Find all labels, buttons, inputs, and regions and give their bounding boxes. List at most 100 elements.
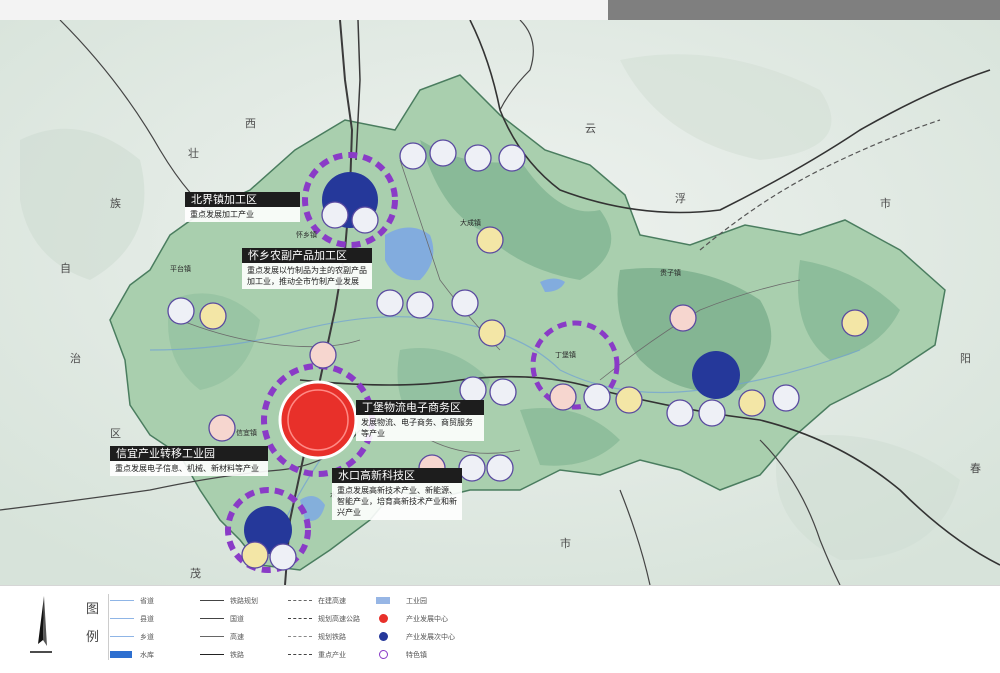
legend-swatch [200, 636, 224, 637]
town-node [241, 541, 269, 569]
town-label: 丁堡镇 [555, 351, 576, 359]
legend-label: 在建高速 [318, 597, 346, 605]
callout-huaixiang: 怀乡农副产品加工区 重点发展以竹制品为主的农副产品加工业，推动全市竹制产业发展 [242, 248, 372, 289]
legend-swatch [288, 654, 312, 655]
province-label: 茂 [190, 567, 201, 580]
legend-title-1: 图 [86, 602, 100, 617]
province-label: 族 [110, 197, 121, 210]
industry-node [692, 351, 740, 399]
town-label: 贵子镇 [660, 269, 681, 277]
core-node [278, 380, 358, 460]
callout-title: 北界镇加工区 [185, 192, 300, 207]
town-node [321, 201, 349, 229]
province-label: 市 [880, 197, 891, 210]
legend-swatch [200, 618, 224, 619]
province-label: 壮 [188, 147, 199, 160]
town-label: 平台镇 [170, 265, 191, 273]
legend-label: 乡道 [140, 633, 154, 641]
legend-swatch [288, 618, 312, 619]
legend-label: 铁路 [230, 651, 244, 659]
legend-swatch [379, 632, 388, 641]
callout-shuikou: 水口高新科技区 重点发展高新技术产业、新能源、智能产业，培育高新技术产业和新兴产… [332, 468, 462, 520]
town-node [429, 139, 457, 167]
legend-label: 产业发展中心 [406, 615, 448, 623]
callout-desc: 重点发展高新技术产业、新能源、智能产业，培育高新技术产业和新兴产业 [332, 483, 462, 520]
legend-label: 高速 [230, 633, 244, 641]
callout-title: 怀乡农副产品加工区 [242, 248, 372, 263]
page: 西壮族自治区云浮市阳春茂市平台镇怀乡镇丁堡镇水口镇信宜镇大成镇贵子镇 北界镇加工… [0, 0, 1000, 673]
legend-swatch [288, 600, 312, 601]
legend-label: 工业园 [406, 597, 427, 605]
legend-swatch [110, 636, 134, 637]
top-bar-dark [608, 0, 1000, 20]
map-area[interactable]: 西壮族自治区云浮市阳春茂市平台镇怀乡镇丁堡镇水口镇信宜镇大成镇贵子镇 北界镇加工… [0, 19, 1000, 586]
province-label: 治 [70, 352, 81, 365]
legend-swatch [200, 600, 224, 601]
province-label: 浮 [675, 192, 686, 205]
map-svg [0, 19, 1000, 586]
legend-swatch [379, 650, 388, 659]
province-label: 自 [60, 262, 71, 275]
callout-beijie: 北界镇加工区 重点发展加工产业 [185, 192, 300, 222]
province-label: 云 [585, 122, 596, 135]
province-label: 西 [245, 117, 256, 130]
town-node [167, 297, 195, 325]
town-node [666, 399, 694, 427]
legend-swatch [379, 614, 388, 623]
town-node [208, 414, 236, 442]
callout-desc: 重点发展以竹制品为主的农副产品加工业，推动全市竹制产业发展 [242, 263, 372, 289]
province-label: 区 [110, 427, 121, 440]
town-label: 信宜镇 [236, 429, 257, 437]
legend-divider [108, 594, 109, 660]
town-node [738, 389, 766, 417]
town-node [269, 543, 297, 571]
town-node [772, 384, 800, 412]
legend-label: 特色镇 [406, 651, 427, 659]
town-node [669, 304, 697, 332]
callout-title: 信宜产业转移工业园 [110, 446, 268, 461]
legend-swatch [288, 636, 312, 637]
legend-label: 规划铁路 [318, 633, 346, 641]
north-arrow [30, 596, 52, 653]
callout-title: 水口高新科技区 [332, 468, 462, 483]
callout-desc: 发展物流、电子商务、商贸服务等产业 [356, 415, 484, 441]
legend-swatch [110, 618, 134, 619]
town-node [351, 206, 379, 234]
legend-title-2: 例 [86, 630, 100, 645]
town-node [376, 289, 404, 317]
callout-xinyi: 信宜产业转移工业园 重点发展电子信息、机械、新材料等产业 [110, 446, 268, 476]
town-label: 大成镇 [460, 219, 481, 227]
province-label: 春 [970, 462, 981, 475]
legend-label: 省道 [140, 597, 154, 605]
top-bar-light [0, 0, 608, 20]
legend-label: 县道 [140, 615, 154, 623]
legend-label: 国道 [230, 615, 244, 623]
legend-swatch [376, 597, 390, 604]
town-node [458, 454, 486, 482]
legend-label: 产业发展次中心 [406, 633, 455, 641]
legend-swatch [200, 654, 224, 655]
town-node [583, 383, 611, 411]
town-node [199, 302, 227, 330]
legend-swatch [110, 651, 132, 658]
town-node [451, 289, 479, 317]
town-node [698, 399, 726, 427]
province-label: 阳 [960, 352, 971, 365]
town-node [549, 383, 577, 411]
town-node [476, 226, 504, 254]
legend-label: 规划高速公路 [318, 615, 360, 623]
callout-desc: 重点发展电子信息、机械、新材料等产业 [110, 461, 268, 476]
legend-label: 铁路规划 [230, 597, 258, 605]
town-node [615, 386, 643, 414]
legend: 图 例 省道 县道 乡道 水库 铁路规划 国道 高速 铁路 在建高速 规划高速公路 规划铁路 重点产业… [0, 585, 1000, 673]
town-node [464, 144, 492, 172]
town-label: 怀乡镇 [296, 231, 317, 239]
province-label: 市 [560, 537, 571, 550]
town-node [406, 291, 434, 319]
legend-label: 水库 [140, 651, 154, 659]
town-node [309, 341, 337, 369]
callout-desc: 重点发展加工产业 [185, 207, 300, 222]
town-node [498, 144, 526, 172]
callout-title: 丁堡物流电子商务区 [356, 400, 484, 415]
town-node [399, 142, 427, 170]
